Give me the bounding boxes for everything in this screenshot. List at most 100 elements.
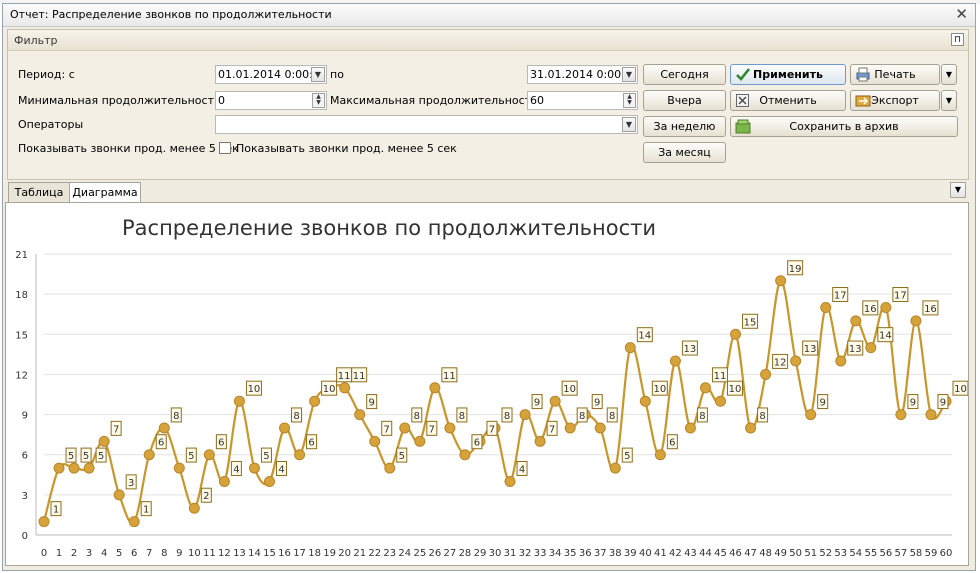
print-options-dropdown[interactable]: ▼ — [941, 64, 957, 85]
data-point — [264, 475, 275, 487]
data-point — [895, 409, 907, 421]
data-label: 8 — [414, 411, 420, 422]
print-button[interactable]: Печать — [850, 64, 940, 85]
data-point — [564, 422, 576, 434]
export-options-dropdown[interactable]: ▼ — [941, 90, 957, 111]
data-point — [820, 302, 832, 314]
data-label: 8 — [609, 411, 615, 422]
data-label: 16 — [864, 304, 877, 315]
x-tick-label: 11 — [203, 548, 216, 559]
series-line — [42, 279, 947, 525]
chevron-down-icon[interactable]: ▼ — [622, 67, 636, 82]
y-tick-label: 12 — [15, 370, 28, 381]
x-tick-label: 54 — [849, 548, 862, 559]
week-button[interactable]: За неделю — [643, 116, 726, 137]
x-tick-label: 56 — [879, 548, 892, 559]
data-label: 11 — [338, 371, 351, 382]
data-label: 7 — [113, 424, 119, 435]
data-point — [715, 395, 726, 407]
data-label: 10 — [954, 384, 967, 395]
data-point — [865, 342, 877, 354]
max-duration-input[interactable]: 60 ▲ ▼ — [527, 91, 638, 110]
save-archive-button-label: Сохранить в архив — [789, 120, 899, 133]
close-icon[interactable]: ✕ — [955, 6, 968, 22]
x-tick-label: 30 — [489, 548, 502, 559]
y-tick-label: 9 — [22, 411, 28, 422]
y-tick-label: 18 — [15, 290, 28, 301]
chevron-down-icon: ▼ — [945, 96, 953, 105]
data-point — [173, 462, 185, 474]
data-label: 14 — [879, 331, 892, 342]
x-tick-label: 9 — [176, 548, 182, 559]
tab-chart[interactable]: Диаграмма — [69, 182, 141, 203]
tab-table[interactable]: Таблица — [8, 182, 70, 202]
x-tick-label: 44 — [699, 548, 712, 559]
export-button[interactable]: Экспорт — [850, 90, 940, 111]
show-short-calls-checkbox-label[interactable]: Показывать звонки прод. менее 5 сек — [236, 142, 457, 155]
pin-icon[interactable]: ⊓ — [951, 33, 964, 46]
data-point — [339, 382, 351, 394]
spin-buttons-icon[interactable]: ▲ ▼ — [312, 93, 325, 108]
data-point — [850, 315, 862, 327]
data-label: 5 — [68, 451, 74, 462]
window-title: Отчет: Распределение звонков по продолжи… — [10, 8, 332, 21]
show-short-calls-checkbox[interactable] — [219, 142, 231, 154]
filter-header[interactable]: Фильтр ⊓ — [8, 30, 968, 51]
data-point — [805, 409, 817, 421]
data-point — [639, 395, 651, 407]
data-point — [83, 462, 95, 474]
data-label: 11 — [714, 371, 727, 382]
data-label: 5 — [263, 451, 269, 462]
x-tick-label: 59 — [925, 548, 938, 559]
data-label: 11 — [443, 371, 456, 382]
period-to-input[interactable]: 31.01.2014 0:00:0 ▼ — [527, 65, 638, 84]
period-from-input[interactable]: 01.01.2014 0:00:0 ▼ — [215, 65, 327, 84]
x-tick-label: 33 — [534, 548, 547, 559]
x-tick-label: 10 — [188, 548, 201, 559]
x-tick-label: 14 — [248, 548, 261, 559]
data-point — [68, 462, 80, 474]
today-button[interactable]: Сегодня — [643, 64, 726, 85]
data-label: 17 — [894, 291, 907, 302]
data-label: 4 — [233, 464, 239, 475]
x-tick-label: 25 — [413, 548, 426, 559]
data-point — [143, 449, 155, 461]
data-label: 1 — [143, 505, 149, 516]
operators-label: Операторы — [18, 118, 84, 131]
spin-buttons-icon[interactable]: ▲ ▼ — [623, 93, 636, 108]
data-point — [113, 489, 125, 501]
x-tick-label: 60 — [940, 548, 953, 559]
yesterday-button[interactable]: Вчера — [643, 90, 726, 111]
data-label: 9 — [534, 398, 540, 409]
data-label: 10 — [653, 384, 666, 395]
x-tick-label: 32 — [519, 548, 532, 559]
data-label: 8 — [699, 411, 705, 422]
data-label: 15 — [744, 317, 757, 328]
data-point — [760, 368, 772, 380]
month-button[interactable]: За месяц — [643, 142, 726, 163]
x-tick-label: 24 — [398, 548, 411, 559]
min-duration-input[interactable]: 0 ▲ ▼ — [215, 91, 327, 110]
x-tick-label: 40 — [639, 548, 652, 559]
x-tick-label: 7 — [146, 548, 152, 559]
chevron-down-icon[interactable]: ▼ — [311, 67, 325, 82]
cancel-button[interactable]: Отменить — [730, 90, 846, 111]
operators-select[interactable]: ▼ — [215, 115, 638, 134]
data-point — [384, 462, 396, 474]
max-duration-label: Максимальная продолжительность — [330, 94, 538, 107]
x-tick-label: 17 — [293, 548, 306, 559]
data-point — [53, 462, 65, 474]
data-label: 8 — [173, 411, 179, 422]
chevron-down-icon[interactable]: ▼ — [622, 117, 636, 132]
data-label: 10 — [323, 384, 336, 395]
tabs-menu-chevron-icon[interactable]: ▼ — [950, 182, 966, 198]
save-archive-button[interactable]: Сохранить в архив — [730, 116, 958, 137]
data-label: 4 — [278, 464, 284, 475]
apply-button[interactable]: Применить — [730, 64, 846, 85]
x-tick-label: 27 — [444, 548, 457, 559]
data-label: 7 — [384, 424, 390, 435]
data-label: 8 — [579, 411, 585, 422]
data-point — [745, 422, 757, 434]
x-tick-label: 28 — [459, 548, 472, 559]
x-tick-label: 29 — [474, 548, 487, 559]
